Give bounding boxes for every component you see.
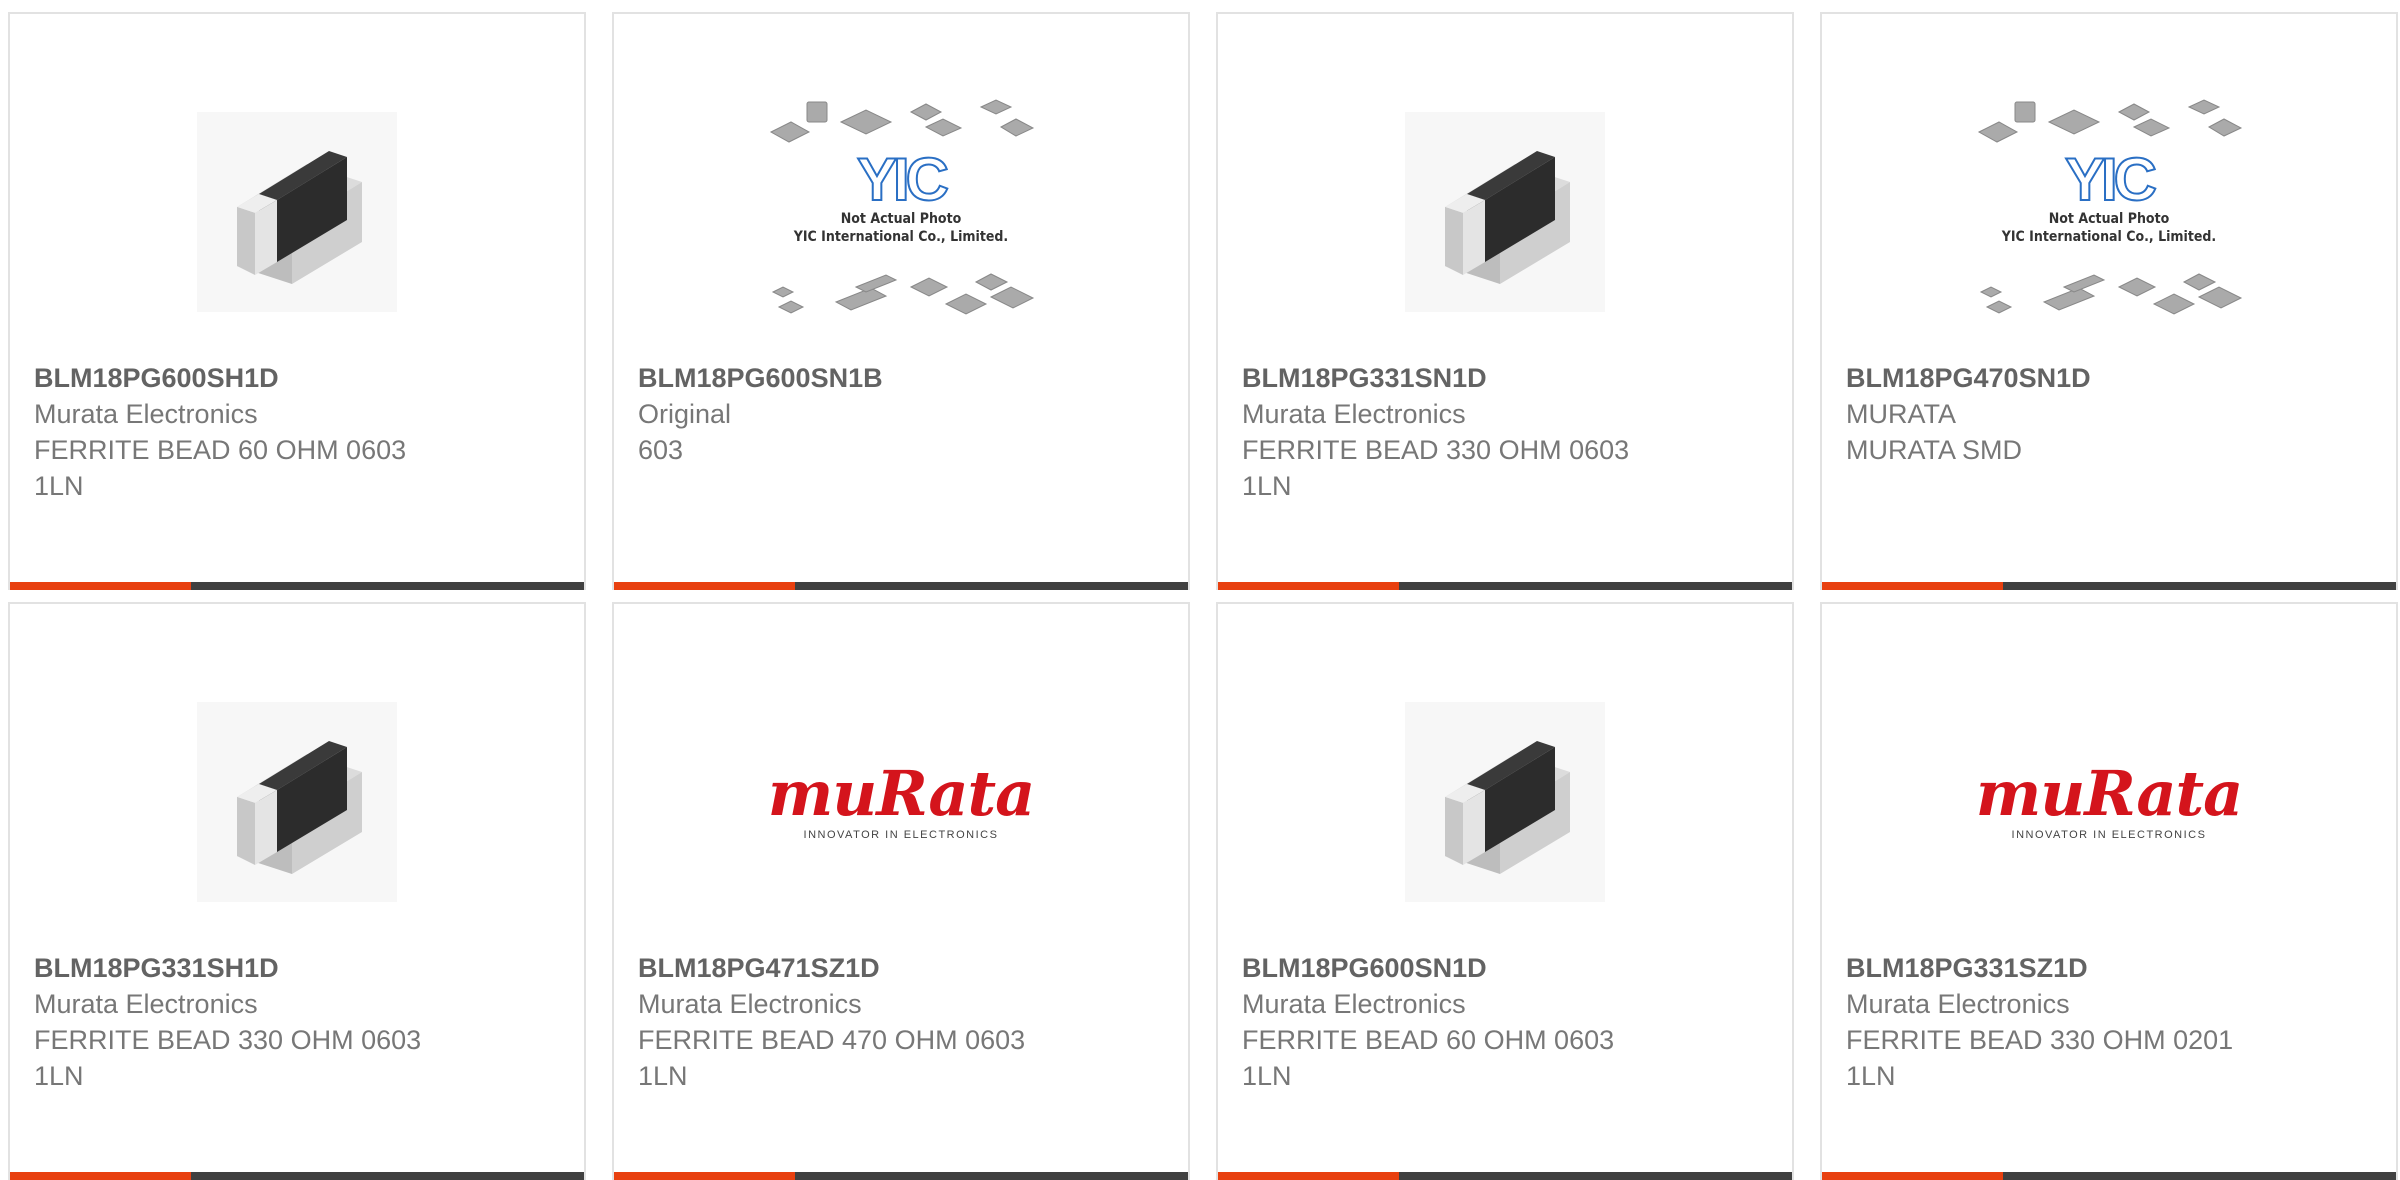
product-thumbnail[interactable] [10,666,584,938]
yic-logo: YIC Not Actual Photo YIC International Co.… [761,146,1041,246]
product-thumbnail[interactable] [1218,666,1792,938]
product-info: BLM18PG471SZ1D Murata Electronics FERRITE … [638,950,1168,1094]
part-number[interactable]: BLM18PG600SN1B [638,360,1168,396]
description-line-2: 1LN [1242,471,1292,501]
product-info: BLM18PG600SH1D Murata Electronics FERRITE … [34,360,564,504]
description-line-2: 1LN [34,1061,84,1091]
chip-bead-image [1405,702,1605,902]
murata-logo: muRata INNOVATOR IN ELECTRONICS [767,757,1036,842]
manufacturer: Original [638,399,732,429]
product-info: BLM18PG600SN1D Murata Electronics FERRITE … [1242,950,1772,1094]
description-line-1: FERRITE BEAD 60 OHM 0603 [34,435,407,465]
chip-bead-image [197,702,397,902]
product-thumbnail[interactable]: YIC Not Actual Photo YIC International Co.… [614,76,1188,348]
card-bottom-bar [614,582,1188,590]
description-line-2: 1LN [1846,1061,1896,1091]
chip-bead-image [197,112,397,312]
yic-brand: YIC [2064,146,2158,213]
card-accent-bar [614,582,795,590]
card-accent-bar [1218,582,1399,590]
card-accent-bar [1822,1172,2003,1180]
part-number[interactable]: BLM18PG471SZ1D [638,950,1168,986]
part-number[interactable]: BLM18PG331SZ1D [1846,950,2376,986]
product-info: BLM18PG600SN1B Original 603 [638,360,1168,468]
card-accent-bar [10,1172,191,1180]
product-card[interactable]: BLM18PG331SN1D Murata Electronics FERRITE … [1216,12,1794,590]
product-grid: BLM18PG600SH1D Murata Electronics FERRITE … [8,12,2398,1180]
part-number[interactable]: BLM18PG331SN1D [1242,360,1772,396]
product-card[interactable]: YIC Not Actual Photo YIC International Co.… [612,12,1190,590]
description-line-1: FERRITE BEAD 330 OHM 0603 [1242,435,1630,465]
not-actual-photo-caption: Not Actual Photo [2048,211,2170,227]
murata-wordmark: muRata [1975,757,2244,830]
murata-logo: muRata INNOVATOR IN ELECTRONICS [1975,757,2244,842]
card-bottom-bar [1822,1172,2396,1180]
manufacturer: Murata Electronics [638,989,862,1019]
manufacturer: Murata Electronics [1242,989,1466,1019]
card-accent-bar [10,582,191,590]
description-line-1: FERRITE BEAD 330 OHM 0603 [34,1025,422,1055]
part-number[interactable]: BLM18PG600SN1D [1242,950,1772,986]
description-line-2: 1LN [638,1061,688,1091]
card-accent-bar [614,1172,795,1180]
manufacturer: MURATA [1846,399,1956,429]
murata-wordmark: muRata [767,757,1036,830]
product-thumbnail[interactable] [10,76,584,348]
product-thumbnail[interactable]: muRata INNOVATOR IN ELECTRONICS [614,666,1188,938]
product-thumbnail[interactable] [1218,76,1792,348]
manufacturer: Murata Electronics [34,989,258,1019]
card-bottom-bar [614,1172,1188,1180]
yic-brand: YIC [856,146,950,213]
manufacturer: Murata Electronics [1242,399,1466,429]
yic-company-caption: YIC International Co., Limited. [2001,229,2217,245]
yic-company-caption: YIC International Co., Limited. [793,229,1009,245]
product-thumbnail[interactable]: YIC Not Actual Photo YIC International Co.… [1822,76,2396,348]
card-accent-bar [1218,1172,1399,1180]
description-line-1: FERRITE BEAD 60 OHM 0603 [1242,1025,1615,1055]
product-thumbnail[interactable]: muRata INNOVATOR IN ELECTRONICS [1822,666,2396,938]
product-info: BLM18PG331SH1D Murata Electronics FERRITE … [34,950,564,1094]
description-line-1: MURATA SMD [1846,435,2023,465]
product-card[interactable]: YIC Not Actual Photo YIC International Co.… [1820,12,2398,590]
murata-tagline: INNOVATOR IN ELECTRONICS [2011,829,2207,841]
card-bottom-bar [10,582,584,590]
manufacturer: Murata Electronics [34,399,258,429]
yic-logo: YIC Not Actual Photo YIC International Co.… [1969,146,2249,246]
product-card[interactable]: muRata INNOVATOR IN ELECTRONICS BLM18PG331… [1820,602,2398,1180]
description-line-1: FERRITE BEAD 470 OHM 0603 [638,1025,1026,1055]
product-card[interactable]: BLM18PG331SH1D Murata Electronics FERRITE … [8,602,586,1180]
card-bottom-bar [1218,1172,1792,1180]
description-line-2: 1LN [1242,1061,1292,1091]
card-accent-bar [1822,582,2003,590]
part-number[interactable]: BLM18PG600SH1D [34,360,564,396]
card-bottom-bar [10,1172,584,1180]
product-info: BLM18PG331SZ1D Murata Electronics FERRITE … [1846,950,2376,1094]
description-line-1: 603 [638,435,684,465]
murata-tagline: INNOVATOR IN ELECTRONICS [803,829,999,841]
product-card[interactable]: BLM18PG600SH1D Murata Electronics FERRITE … [8,12,586,590]
part-number[interactable]: BLM18PG470SN1D [1846,360,2376,396]
product-info: BLM18PG331SN1D Murata Electronics FERRITE … [1242,360,1772,504]
product-card[interactable]: BLM18PG600SN1D Murata Electronics FERRITE … [1216,602,1794,1180]
card-bottom-bar [1218,582,1792,590]
description-line-2: 1LN [34,471,84,501]
chip-bead-image [1405,112,1605,312]
manufacturer: Murata Electronics [1846,989,2070,1019]
not-actual-photo-caption: Not Actual Photo [840,211,962,227]
product-info: BLM18PG470SN1D MURATA MURATA SMD [1846,360,2376,468]
product-card[interactable]: muRata INNOVATOR IN ELECTRONICS BLM18PG471… [612,602,1190,1180]
description-line-1: FERRITE BEAD 330 OHM 0201 [1846,1025,2234,1055]
part-number[interactable]: BLM18PG331SH1D [34,950,564,986]
card-bottom-bar [1822,582,2396,590]
